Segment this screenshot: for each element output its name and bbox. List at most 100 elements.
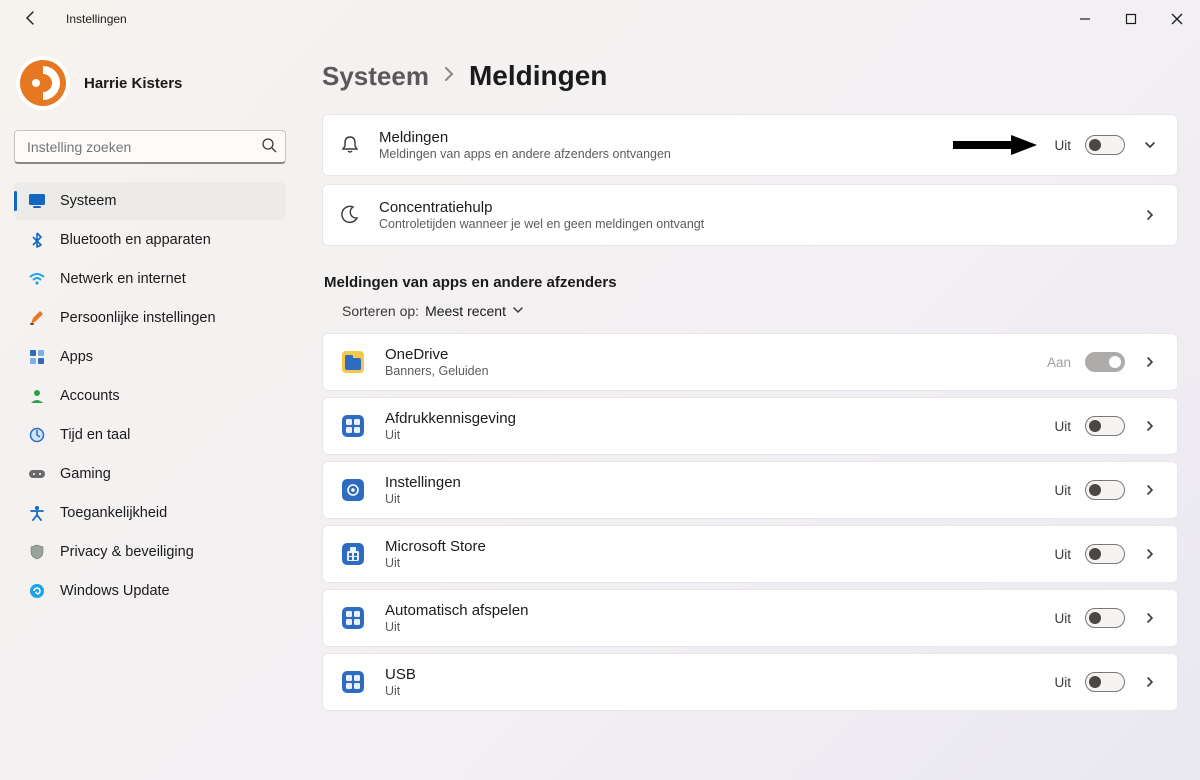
display-icon [28, 192, 46, 210]
profile-block[interactable]: Harrie Kisters [14, 48, 286, 118]
search-input[interactable] [14, 130, 286, 164]
sidebar-item-personalization[interactable]: Persoonlijke instellingen [14, 299, 286, 337]
app-toggle[interactable] [1085, 480, 1125, 500]
app-toggle[interactable] [1085, 352, 1125, 372]
card-subtitle: Meldingen van apps en andere afzenders o… [379, 147, 933, 161]
sidebar-item-bluetooth[interactable]: Bluetooth en apparaten [14, 221, 286, 259]
app-toggle[interactable] [1085, 608, 1125, 628]
app-row-autoplay[interactable]: Automatisch afspelen Uit Uit [322, 589, 1178, 647]
breadcrumb: Systeem Meldingen [322, 60, 1178, 92]
chevron-right-icon [1139, 675, 1161, 689]
sidebar-item-accounts[interactable]: Accounts [14, 377, 286, 415]
sidebar-item-label: Apps [60, 349, 93, 365]
chevron-right-icon [1139, 611, 1161, 625]
sidebar-item-privacy[interactable]: Privacy & beveiliging [14, 533, 286, 571]
app-row-onedrive[interactable]: OneDrive Banners, Geluiden Aan [322, 333, 1178, 391]
breadcrumb-current: Meldingen [469, 60, 607, 92]
app-subtitle: Uit [385, 620, 1037, 634]
sort-row[interactable]: Sorteren op: Meest recent [342, 303, 1176, 319]
generic-app-icon [339, 412, 367, 440]
app-row-microsoft-store[interactable]: Microsoft Store Uit Uit [322, 525, 1178, 583]
app-subtitle: Banners, Geluiden [385, 364, 1029, 378]
sidebar-item-label: Bluetooth en apparaten [60, 232, 211, 248]
window-controls [1062, 0, 1200, 38]
maximize-button[interactable] [1108, 0, 1154, 38]
sidebar-item-label: Persoonlijke instellingen [60, 310, 216, 326]
breadcrumb-parent[interactable]: Systeem [322, 61, 429, 92]
notifications-toggle[interactable] [1085, 135, 1125, 155]
chevron-right-icon [443, 65, 455, 88]
card-subtitle: Controletijden wanneer je wel en geen me… [379, 217, 1121, 231]
close-button[interactable] [1154, 0, 1200, 38]
app-row-print-notification[interactable]: Afdrukkennisgeving Uit Uit [322, 397, 1178, 455]
app-title: Afdrukkennisgeving [385, 410, 1037, 427]
generic-app-icon [339, 604, 367, 632]
chevron-right-icon [1139, 547, 1161, 561]
sidebar-item-network[interactable]: Netwerk en internet [14, 260, 286, 298]
globe-clock-icon [28, 426, 46, 444]
generic-app-icon [339, 668, 367, 696]
toggle-state-label: Uit [1055, 611, 1072, 626]
sidebar-item-label: Accounts [60, 388, 120, 404]
onedrive-icon [339, 348, 367, 376]
paintbrush-icon [28, 309, 46, 327]
sidebar-item-accessibility[interactable]: Toegankelijkheid [14, 494, 286, 532]
sidebar: Harrie Kisters Systeem Bluetooth en appa… [0, 38, 300, 780]
sort-label: Sorteren op: [342, 303, 419, 319]
search-icon [261, 137, 277, 156]
app-subtitle: Uit [385, 492, 1037, 506]
store-icon [339, 540, 367, 568]
sidebar-nav: Systeem Bluetooth en apparaten Netwerk e… [14, 182, 286, 610]
app-title: Instellingen [385, 474, 1037, 491]
app-row-settings[interactable]: Instellingen Uit Uit [322, 461, 1178, 519]
app-toggle[interactable] [1085, 544, 1125, 564]
sidebar-item-label: Gaming [60, 466, 111, 482]
sidebar-item-label: Netwerk en internet [60, 271, 186, 287]
app-row-usb[interactable]: USB Uit Uit [322, 653, 1178, 711]
toggle-state-label: Uit [1055, 138, 1072, 153]
chevron-down-icon [512, 303, 524, 319]
bluetooth-icon [28, 231, 46, 249]
sidebar-item-gaming[interactable]: Gaming [14, 455, 286, 493]
app-title: Automatisch afspelen [385, 602, 1037, 619]
minimize-button[interactable] [1062, 0, 1108, 38]
sidebar-item-time-language[interactable]: Tijd en taal [14, 416, 286, 454]
sidebar-item-system[interactable]: Systeem [14, 182, 286, 220]
toggle-state-label: Uit [1055, 547, 1072, 562]
update-icon [28, 582, 46, 600]
focus-assist-card[interactable]: Concentratiehulp Controletijden wanneer … [322, 184, 1178, 246]
sidebar-item-label: Tijd en taal [60, 427, 130, 443]
avatar [16, 56, 70, 110]
chevron-right-icon [1139, 483, 1161, 497]
sidebar-item-label: Windows Update [60, 583, 170, 599]
titlebar: Instellingen [0, 0, 1200, 38]
app-notifications-heading: Meldingen van apps en andere afzenders [324, 274, 1176, 291]
toggle-state-label: Uit [1055, 675, 1072, 690]
chevron-right-icon [1139, 355, 1161, 369]
settings-app-icon [339, 476, 367, 504]
app-title: Microsoft Store [385, 538, 1037, 555]
search-field[interactable] [25, 138, 261, 156]
toggle-state-label: Uit [1055, 483, 1072, 498]
gamepad-icon [28, 465, 46, 483]
profile-name: Harrie Kisters [84, 75, 182, 92]
moon-icon [339, 204, 361, 226]
chevron-right-icon [1139, 208, 1161, 222]
app-subtitle: Uit [385, 556, 1037, 570]
back-button[interactable] [16, 5, 46, 34]
notifications-card[interactable]: Meldingen Meldingen van apps en andere a… [322, 114, 1178, 176]
app-subtitle: Uit [385, 428, 1037, 442]
main-content: Systeem Meldingen Meldingen Meldingen va… [300, 38, 1200, 780]
chevron-right-icon [1139, 419, 1161, 433]
bell-icon [339, 134, 361, 156]
wifi-icon [28, 270, 46, 288]
app-toggle[interactable] [1085, 416, 1125, 436]
sidebar-item-windows-update[interactable]: Windows Update [14, 572, 286, 610]
sidebar-item-apps[interactable]: Apps [14, 338, 286, 376]
sort-value: Meest recent [425, 303, 506, 319]
window-title: Instellingen [66, 12, 127, 26]
card-title: Meldingen [379, 129, 933, 146]
app-toggle[interactable] [1085, 672, 1125, 692]
sidebar-item-label: Privacy & beveiliging [60, 544, 194, 560]
expand-chevron-icon[interactable] [1139, 138, 1161, 152]
